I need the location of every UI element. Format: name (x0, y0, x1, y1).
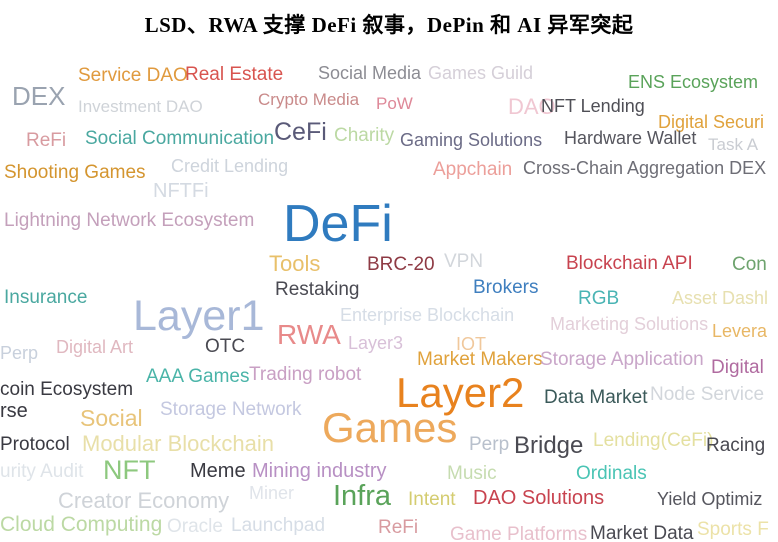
wordcloud-term: Restaking (275, 279, 360, 300)
wordcloud-term: Intent (408, 489, 456, 510)
wordcloud-term: Storage Application (540, 349, 704, 370)
page-title: LSD、RWA 支撑 DeFi 叙事，DePin 和 AI 异军突起 (144, 13, 634, 37)
wordcloud-term: Asset Dashl (672, 288, 769, 308)
wordcloud-term: RGB (578, 288, 620, 309)
wordcloud-term: Ordinals (576, 463, 647, 484)
wordcloud-term: AI (186, 538, 212, 542)
wordcloud-term: Social Media (318, 63, 422, 83)
wordcloud-term: NFT Lending (541, 96, 645, 116)
wordcloud-term: Gaming Solutions (400, 130, 543, 150)
wordcloud-term: Launchpad (231, 515, 326, 536)
wordcloud-term: Market Makers (417, 349, 543, 370)
wordcloud-term: Digital (711, 357, 764, 378)
wordcloud-term: Service DAO (78, 65, 188, 86)
wordcloud-term: Lending(CeFi) (593, 430, 714, 451)
wordcloud-term: Oracle (167, 516, 223, 537)
wordcloud-term: NFT (103, 455, 156, 485)
wordcloud-term: Task A (708, 135, 759, 154)
wordcloud-term: Shooting Games (4, 162, 146, 183)
wordcloud-term: Data Market (544, 387, 648, 408)
wordcloud-term: Social (80, 405, 143, 431)
wordcloud-term: Yield Optimiz (657, 489, 763, 509)
wordcloud-term: Protocol (0, 434, 70, 455)
wordcloud-term: Miner (249, 483, 295, 503)
wordcloud-term: Bridge (514, 432, 584, 459)
wordcloud-term: ENS Ecosystem (628, 72, 759, 92)
wordcloud-term: Modular Blockchain (82, 431, 274, 456)
wordcloud-term: Appchain (433, 159, 513, 180)
wordcloud-term: DAO Solutions (473, 487, 605, 509)
wordcloud-term: Enterprise Blockchain (340, 305, 515, 325)
wordcloud-term: Real Estate (185, 64, 284, 85)
wordcloud-term: Marketing Solutions (550, 314, 709, 334)
wordcloud-term: Investment DAO (78, 97, 203, 116)
wordcloud-term: coin Ecosystem (0, 379, 134, 400)
wordcloud-term: Digital Art (56, 337, 134, 357)
wordcloud-term: Tools (269, 251, 321, 276)
wordcloud-term: Mining industry (252, 460, 387, 482)
wordcloud-term: DEX (12, 81, 66, 111)
wordcloud-term: Cross-Chain Aggregation DEX (523, 158, 767, 178)
wordcloud-term: Music (447, 463, 497, 484)
wordcloud-term: Insurance (4, 287, 88, 308)
wordcloud-term: Perp (0, 343, 39, 363)
wordcloud-term: Con (732, 254, 767, 275)
wordcloud-term: Infra (333, 480, 392, 512)
wordcloud-term: CeFi (274, 118, 327, 146)
wordcloud-term: VPN (444, 251, 484, 272)
wordcloud-term: Perp (469, 434, 510, 455)
wordcloud-term: Racing (706, 435, 766, 456)
wordcloud-term: Credit Lending (171, 156, 289, 176)
wordcloud-term: Charity (334, 125, 395, 146)
wordcloud-term: Blockchain API (566, 253, 693, 274)
wordcloud-canvas: DEX Service DAO Real Estate Social Media Gam… (0, 50, 778, 542)
wordcloud-page: LSD、RWA 支撑 DeFi 叙事，DePin 和 AI 异军突起 DEX Se… (0, 0, 778, 542)
wordcloud-term: Layer3 (348, 333, 404, 353)
wordcloud-term: Social Communication (85, 128, 275, 149)
wordcloud-term: PoW (376, 94, 413, 113)
wordcloud-term: Game Platforms (450, 524, 588, 542)
wordcloud-term: Sports F (697, 519, 769, 540)
wordcloud-term: BRC-20 (367, 254, 435, 275)
wordcloud-term: Hardware Wallet (564, 128, 697, 148)
wordcloud-term: Lightning Network Ecosystem (4, 210, 255, 231)
wordcloud-term: NFTFi (153, 180, 209, 202)
wordcloud-term: Games Guild (428, 63, 534, 83)
wordcloud-term: ReFi (26, 130, 67, 151)
wordcloud-term: Layer1 (133, 292, 265, 340)
wordcloud-term: Storage Network (160, 399, 302, 420)
wordcloud-term: Levera (712, 321, 768, 341)
wordcloud-term: urity Audit (0, 461, 84, 482)
wordcloud-term: Node Service (650, 384, 765, 405)
wordcloud-term: rse (0, 400, 28, 422)
wordcloud-term: Brokers (473, 277, 539, 298)
wordcloud-term: OTC (205, 336, 246, 357)
wordcloud-term: AAA Games (146, 366, 250, 387)
wordcloud-term: Market Data (590, 523, 694, 542)
wordcloud-term: Cloud Computing (0, 513, 163, 536)
wordcloud-term: Meme (190, 460, 246, 482)
wordcloud-term: RWA (277, 319, 341, 350)
wordcloud-term: Games (322, 404, 458, 451)
wordcloud-term: Trading robot (249, 364, 362, 385)
wordcloud-term: Creator Economy (58, 488, 230, 513)
wordcloud-term: ReFi (378, 517, 419, 538)
wordcloud-term: DeFi (283, 195, 393, 253)
wordcloud-term: Crypto Media (258, 90, 360, 109)
